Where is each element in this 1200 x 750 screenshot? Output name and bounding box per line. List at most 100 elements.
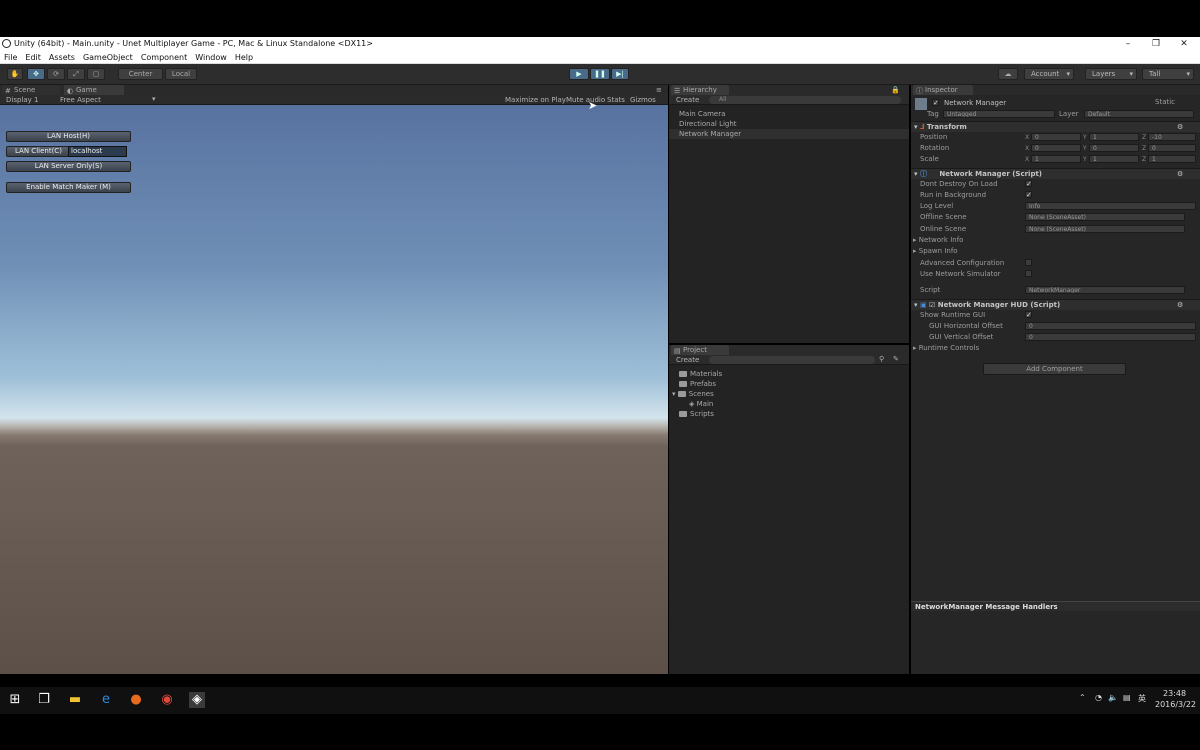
hierarchy-selected-row[interactable]: Network Manager bbox=[669, 129, 909, 139]
position-z-field[interactable]: -10 bbox=[1148, 133, 1196, 141]
gizmos-toggle[interactable]: Gizmos bbox=[630, 96, 656, 104]
window-titlebar[interactable]: Unity (64bit) - Main.unity - Unet Multip… bbox=[0, 37, 1200, 51]
restore-button[interactable]: ❐ bbox=[1142, 37, 1170, 51]
label-icon[interactable]: ✎ bbox=[893, 355, 899, 363]
aspect-chevron-icon[interactable]: ▾ bbox=[152, 95, 156, 103]
gear-icon[interactable]: ⚙ bbox=[1177, 300, 1183, 311]
client-address-input[interactable]: localhost bbox=[68, 146, 127, 157]
notification-icon[interactable]: ▤ bbox=[1123, 693, 1131, 702]
transform-header[interactable]: ▾ ⅃ Transform ⚙ bbox=[911, 121, 1200, 132]
expand-arrow-icon[interactable]: ▾ bbox=[672, 390, 678, 398]
layer-dropdown[interactable]: Default bbox=[1084, 110, 1194, 118]
display-dropdown[interactable]: Display 1 bbox=[6, 96, 38, 104]
pivot-center-button[interactable]: Center bbox=[118, 68, 163, 80]
scale-z-field[interactable]: 1 bbox=[1148, 155, 1196, 163]
file-explorer-icon[interactable]: ▬ bbox=[67, 692, 83, 708]
step-icon[interactable]: ▶| bbox=[611, 68, 629, 80]
rect-tool-icon[interactable]: ▢ bbox=[87, 68, 105, 80]
menu-file[interactable]: File bbox=[4, 53, 17, 62]
menu-gameobject[interactable]: GameObject bbox=[83, 53, 133, 62]
tab-inspector[interactable]: ⓘ Inspector bbox=[913, 85, 973, 95]
cloud-icon[interactable]: ☁ bbox=[998, 68, 1018, 80]
position-y-field[interactable]: 1 bbox=[1089, 133, 1139, 141]
tab-project[interactable]: ▤ Project bbox=[671, 345, 729, 355]
tag-dropdown[interactable]: Untagged bbox=[943, 110, 1055, 118]
windows-start-icon[interactable]: ⊞ bbox=[7, 692, 23, 708]
scale-x-field[interactable]: 1 bbox=[1031, 155, 1081, 163]
filter-icon[interactable]: ⚲ bbox=[879, 355, 884, 363]
active-checkbox[interactable]: ✓ bbox=[932, 99, 939, 107]
online-scene-field[interactable]: None (SceneAsset) bbox=[1025, 225, 1185, 233]
add-component-button[interactable]: Add Component bbox=[983, 363, 1126, 375]
use-simulator-checkbox[interactable] bbox=[1025, 270, 1032, 277]
tab-game[interactable]: ◐ Game bbox=[64, 85, 124, 95]
mute-audio-toggle[interactable]: Mute audio bbox=[566, 96, 605, 104]
static-toggle[interactable]: Static bbox=[1155, 98, 1175, 106]
run-background-checkbox[interactable]: ✓ bbox=[1025, 191, 1032, 199]
tab-scene[interactable]: # Scene bbox=[2, 85, 60, 95]
folder-scenes[interactable]: ▾ Scenes bbox=[672, 390, 714, 398]
gui-v-offset-field[interactable]: 0 bbox=[1025, 333, 1196, 341]
menu-assets[interactable]: Assets bbox=[49, 53, 75, 62]
hud-enabled-checkbox[interactable]: ☑ bbox=[929, 301, 938, 309]
position-x-field[interactable]: 0 bbox=[1031, 133, 1081, 141]
scene-main[interactable]: ◈ Main bbox=[689, 400, 713, 408]
project-search-input[interactable] bbox=[709, 356, 875, 364]
hierarchy-item-main-camera[interactable]: Main Camera bbox=[679, 110, 725, 118]
gear-icon[interactable]: ⚙ bbox=[1177, 122, 1183, 133]
clock-time[interactable]: 23:48 bbox=[1163, 689, 1186, 698]
game-viewport[interactable]: LAN Host(H) LAN Client(C) localhost LAN … bbox=[0, 99, 668, 674]
project-create-button[interactable]: Create bbox=[676, 356, 699, 364]
chrome-icon[interactable]: ◉ bbox=[159, 692, 175, 708]
hierarchy-search-input[interactable]: All bbox=[709, 96, 901, 104]
script-field[interactable]: NetworkManager bbox=[1025, 286, 1185, 294]
tab-hierarchy[interactable]: ☰ Hierarchy bbox=[671, 85, 729, 95]
scale-y-field[interactable]: 1 bbox=[1089, 155, 1139, 163]
network-info-foldout[interactable]: ▸ Network Info bbox=[913, 236, 963, 244]
play-icon[interactable]: ▶ bbox=[569, 68, 589, 80]
folder-materials[interactable]: Materials bbox=[679, 370, 722, 378]
network-icon[interactable]: ◔ bbox=[1095, 693, 1102, 702]
network-manager-header[interactable]: ▾ ⓘ Network Manager (Script) ⚙ bbox=[911, 168, 1200, 179]
panel-menu-icon[interactable]: ≡ bbox=[656, 86, 662, 94]
rotation-y-field[interactable]: 0 bbox=[1089, 144, 1139, 152]
rotate-tool-icon[interactable]: ⟳ bbox=[47, 68, 65, 80]
ime-indicator[interactable]: 英 bbox=[1138, 693, 1146, 704]
move-tool-icon[interactable]: ✥ bbox=[27, 68, 45, 80]
lock-icon[interactable]: 🔒 bbox=[891, 86, 900, 94]
task-view-icon[interactable]: ❐ bbox=[36, 692, 52, 708]
hierarchy-create-button[interactable]: Create bbox=[676, 96, 699, 104]
object-name-field[interactable]: Network Manager bbox=[944, 99, 1006, 107]
dont-destroy-checkbox[interactable]: ✓ bbox=[1025, 180, 1032, 188]
rotation-z-field[interactable]: 0 bbox=[1148, 144, 1196, 152]
maximize-on-play-toggle[interactable]: Maximize on Play bbox=[505, 96, 566, 104]
clock-date[interactable]: 2016/3/22 bbox=[1155, 700, 1196, 709]
close-button[interactable]: ✕ bbox=[1170, 37, 1198, 51]
enable-match-maker-button[interactable]: Enable Match Maker (M) bbox=[6, 182, 131, 193]
minimize-button[interactable]: – bbox=[1114, 37, 1142, 51]
advanced-config-checkbox[interactable] bbox=[1025, 259, 1032, 266]
menu-edit[interactable]: Edit bbox=[25, 53, 41, 62]
hand-tool-icon[interactable]: ✋ bbox=[7, 68, 23, 80]
layout-dropdown[interactable]: Tall bbox=[1142, 68, 1194, 80]
gui-h-offset-field[interactable]: 0 bbox=[1025, 322, 1196, 330]
menu-window[interactable]: Window bbox=[195, 53, 227, 62]
rotation-x-field[interactable]: 0 bbox=[1031, 144, 1081, 152]
message-handlers-bar[interactable]: NetworkManager Message Handlers bbox=[911, 601, 1200, 611]
stats-toggle[interactable]: Stats bbox=[607, 96, 625, 104]
aspect-dropdown[interactable]: Free Aspect bbox=[60, 96, 101, 104]
folder-scripts[interactable]: Scripts bbox=[679, 410, 714, 418]
pivot-local-button[interactable]: Local bbox=[165, 68, 197, 80]
account-dropdown[interactable]: Account bbox=[1024, 68, 1074, 80]
spawn-info-foldout[interactable]: ▸ Spawn Info bbox=[913, 247, 958, 255]
scale-tool-icon[interactable]: ⤢ bbox=[67, 68, 85, 80]
offline-scene-field[interactable]: None (SceneAsset) bbox=[1025, 213, 1185, 221]
show-runtime-gui-checkbox[interactable]: ✓ bbox=[1025, 311, 1032, 319]
lan-host-button[interactable]: LAN Host(H) bbox=[6, 131, 131, 142]
layers-dropdown[interactable]: Layers bbox=[1085, 68, 1137, 80]
folder-prefabs[interactable]: Prefabs bbox=[679, 380, 716, 388]
hud-header[interactable]: ▾ ▣ ☑ Network Manager HUD (Script) ⚙ bbox=[911, 299, 1200, 310]
log-level-dropdown[interactable]: Info bbox=[1025, 202, 1196, 210]
pause-icon[interactable]: ❚❚ bbox=[590, 68, 610, 80]
menu-component[interactable]: Component bbox=[141, 53, 187, 62]
